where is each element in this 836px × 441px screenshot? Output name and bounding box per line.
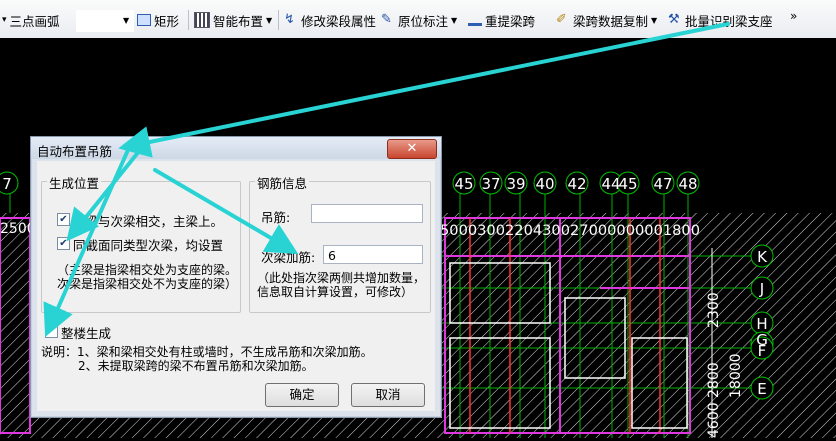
check-icon: ✔ <box>59 214 68 225</box>
smart-layout-label: 智能布置 <box>213 13 264 29</box>
origin-label-label: 原位标注 <box>398 13 449 29</box>
axis-label: J <box>759 280 764 298</box>
dropdown-arrow-icon: ▾ <box>2 15 7 25</box>
dialog-titlebar[interactable]: 自动布置吊筋 ✕ <box>31 137 441 159</box>
position-note-1: （主梁是指梁相交处为支座的梁。 <box>57 263 238 277</box>
dimension-text: 18000 <box>728 353 744 398</box>
support-icon: ⚒ <box>668 12 680 27</box>
axis-label: 48 <box>678 175 697 193</box>
arc-label: 三点画弧 <box>9 13 60 29</box>
whole-floor-checkbox[interactable] <box>45 325 58 338</box>
ok-button[interactable]: 确定 <box>265 383 339 407</box>
close-button[interactable]: ✕ <box>387 139 437 159</box>
opt1-label: 主梁与次梁相交，主梁上。 <box>73 214 224 229</box>
check-icon: ✔ <box>59 238 68 249</box>
opt2-label: 同截面同类型次梁，均设置 <box>73 238 224 253</box>
batch-identify-button[interactable]: ⚒ 批量识别梁支座 <box>668 10 773 30</box>
whole-floor-label: 整楼生成 <box>61 326 112 341</box>
axis-label: 40 <box>535 175 554 193</box>
explain-line-2: 2、未提取梁跨的梁不布置吊筋和次梁加筋。 <box>78 359 314 373</box>
rect-button[interactable]: 矩形 <box>137 10 179 30</box>
opt2-checkbox[interactable]: ✔ <box>57 237 70 250</box>
axis-label: 7 <box>2 175 12 193</box>
position-group-label: 生成位置 <box>47 173 102 192</box>
axis-label: E <box>757 380 766 398</box>
more-button[interactable]: » <box>790 6 797 26</box>
separator <box>278 10 279 30</box>
hanger-label: 吊筋: <box>261 210 291 225</box>
rebar-group-label: 钢筋信息 <box>255 173 310 192</box>
extra-rebar-input[interactable]: 6 <box>323 245 423 264</box>
pencil-icon: ✎ <box>381 12 392 27</box>
close-icon: ✕ <box>406 141 418 156</box>
beam-icon <box>468 15 482 26</box>
rect-label: 矩形 <box>154 13 180 29</box>
more-icon: » <box>790 9 798 23</box>
opt1-checkbox[interactable]: ✔ <box>57 213 70 226</box>
arc-tool[interactable]: ▾ 三点画弧 <box>2 10 60 30</box>
dialog-client: 生成位置 ✔ 主梁与次梁相交，主梁上。 ✔ 同截面同类型次梁，均设置 （主梁是指… <box>37 161 435 411</box>
copy-span-button[interactable]: ✐ 梁跨数据复制 ▼ <box>556 10 657 30</box>
smart-layout-button[interactable]: 智能布置 ▼ <box>194 10 272 30</box>
grid-icon <box>194 12 210 28</box>
rebar-note-2: 信息取自计算设置，可修改） <box>257 285 414 299</box>
chevron-down-icon: ▼ <box>451 15 458 25</box>
axis-label: 42 <box>567 175 586 193</box>
copy-span-label: 梁跨数据复制 <box>573 13 649 29</box>
re-extract-label: 重提梁跨 <box>485 13 536 29</box>
axis-label: 39 <box>506 175 525 193</box>
origin-label-button[interactable]: ✎ 原位标注 ▼ <box>381 10 457 30</box>
chevron-down-icon: ▼ <box>123 15 130 25</box>
dimension-text: 5000300220430027000000001800 <box>440 223 700 239</box>
explain-line-1: 说明：1、梁和梁相交处有柱或墙时，不生成吊筋和次梁加筋。 <box>41 345 373 359</box>
dimension-text: 2300 <box>706 292 722 328</box>
extra-rebar-label: 次梁加筋: <box>261 250 316 265</box>
brush-icon: ✐ <box>556 12 567 27</box>
batch-identify-label: 批量识别梁支座 <box>685 13 773 29</box>
chevron-down-icon: ▼ <box>651 15 658 25</box>
hanger-input[interactable] <box>311 204 423 223</box>
dialog-title: 自动布置吊筋 <box>37 144 113 159</box>
rebar-note-1: （此处指次梁两侧共增加数量， <box>257 271 426 285</box>
re-extract-button[interactable]: 重提梁跨 <box>468 10 535 30</box>
dimension-text: 4600 <box>706 402 722 438</box>
combo-dropdown[interactable]: ▼ <box>120 10 129 30</box>
edit-segment-button[interactable]: ↯ 修改梁段属性 <box>284 10 376 30</box>
edit-icon: ↯ <box>284 12 295 27</box>
separator <box>188 10 189 30</box>
axis-label: 45 <box>618 175 637 193</box>
rectangle-icon <box>137 14 151 26</box>
axis-label: 47 <box>653 175 672 193</box>
cancel-button[interactable]: 取消 <box>351 383 425 407</box>
axis-label: K <box>757 248 768 266</box>
dimension-text: 2800 <box>706 362 722 398</box>
axis-label: 37 <box>481 175 500 193</box>
axis-label: 45 <box>454 175 473 193</box>
toolbar: ▾ 三点画弧 ▼ 矩形 智能布置 ▼ ↯ 修改梁段属性 ✎ 原位标注 ▼ 重提梁跨 … <box>0 0 836 39</box>
position-note-2: 次梁是指梁相交处不为支座的梁） <box>57 277 238 291</box>
chevron-down-icon: ▼ <box>266 15 273 25</box>
axis-label: F <box>758 342 767 360</box>
auto-hanger-dialog: 自动布置吊筋 ✕ 生成位置 ✔ 主梁与次梁相交，主梁上。 ✔ 同截面同类型次梁，… <box>30 136 442 418</box>
edit-segment-label: 修改梁段属性 <box>301 13 377 29</box>
